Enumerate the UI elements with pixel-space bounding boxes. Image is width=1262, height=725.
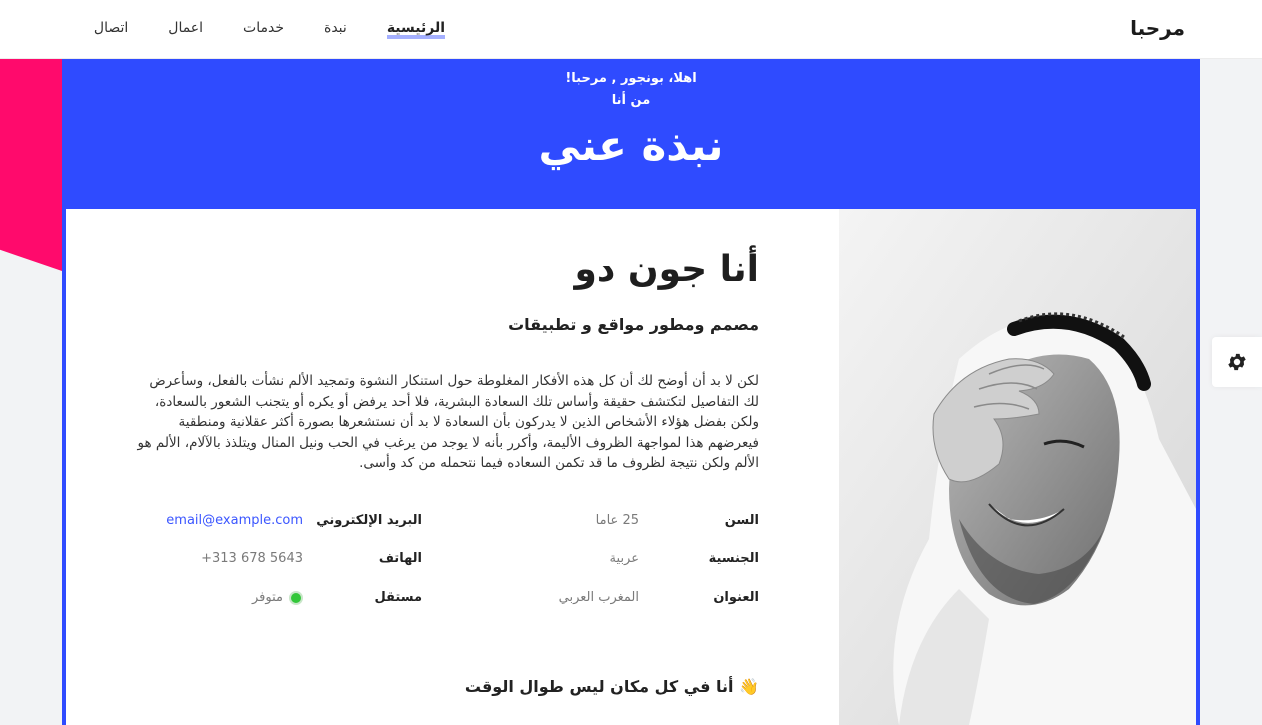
tagline: 👋 أنا في كل مكان ليس طوال الوقت [464, 677, 760, 698]
email-link[interactable]: email@example.com [166, 513, 303, 528]
available-status-dot [289, 590, 303, 605]
info-row: السن 25 عاما البريد الإلكتروني email@exa… [132, 513, 759, 533]
phone-value: +313 678 5643 [201, 551, 303, 566]
settings-toggle-button[interactable] [1212, 337, 1262, 387]
nationality-label: الجنسية [708, 551, 759, 566]
nav-link-about[interactable]: نبدة [324, 20, 347, 36]
freelance-status: متوفر [252, 590, 303, 605]
freelance-label: مستقل [374, 590, 422, 605]
info-row: الجنسية عربية الهاتف +313 678 5643 [132, 551, 759, 571]
email-label: البريد الإلكتروني [316, 513, 422, 528]
about-card: أنا جون دو مصمم ومطور مواقع و تطبيقات لك… [66, 209, 1196, 725]
age-label: السن [724, 513, 759, 528]
brand-logo[interactable]: مرحبا [1130, 16, 1185, 40]
address-value: المغرب العربي [558, 590, 639, 605]
top-navbar: مرحبا الرئيسية نبدة خدمات اعمال اتصال [0, 0, 1262, 59]
nav-links: الرئيسية نبدة خدمات اعمال اتصال [54, 20, 446, 39]
profile-role-text: مصمم ومطور مواقع و تطبيقات [508, 315, 759, 334]
gear-icon [1228, 353, 1246, 371]
age-value: 25 عاما [595, 513, 639, 528]
profile-role: مصمم ومطور مواقع و تطبيقات [508, 315, 759, 336]
nav-link-services[interactable]: خدمات [243, 20, 284, 36]
right-background-strip [1200, 59, 1262, 725]
profile-photo [839, 209, 1196, 725]
nav-link-works[interactable]: اعمال [168, 20, 203, 36]
phone-label: الهاتف [378, 551, 422, 566]
profile-bio: لكن لا بد أن أوضح لك أن كل هذه الأفكار ا… [137, 373, 760, 471]
nationality-value: عربية [609, 551, 639, 566]
decorative-pink-shape [0, 59, 62, 271]
hero-greeting: اهلا، بونجور , مرحبا! [565, 71, 697, 86]
address-label: العنوان [713, 590, 759, 605]
profile-name: أنا جون دو [574, 249, 759, 290]
hero-subtitle: من أنا [611, 93, 651, 108]
tagline-text: 👋 أنا في كل مكان ليس طوال الوقت [464, 677, 759, 696]
nav-link-contact[interactable]: اتصال [94, 20, 128, 36]
freelance-value: متوفر [252, 590, 283, 605]
nav-link-home[interactable]: الرئيسية [386, 20, 446, 39]
info-row: العنوان المغرب العربي مستقل متوفر [132, 590, 759, 610]
about-content: أنا جون دو مصمم ومطور مواقع و تطبيقات لك… [132, 209, 760, 725]
hero-title: نبذة عني [538, 121, 724, 170]
